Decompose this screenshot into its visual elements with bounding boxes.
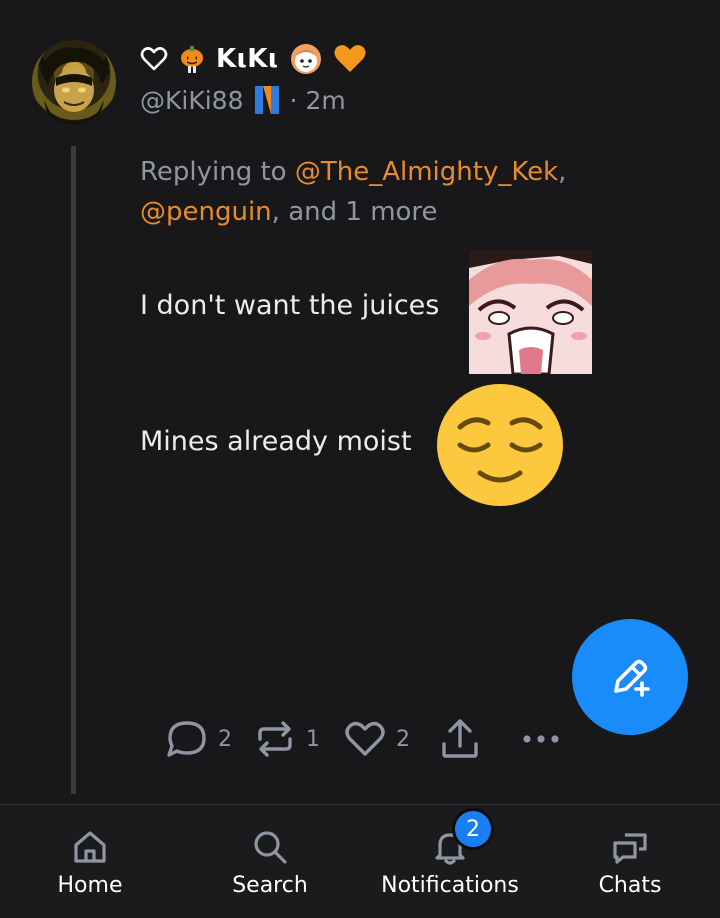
like-button[interactable]: 2	[344, 719, 410, 759]
screaming-anime-girl-sticker	[469, 250, 592, 374]
orange-heart-icon	[334, 45, 366, 72]
repost-icon	[258, 721, 292, 757]
chat-icon	[613, 833, 647, 864]
post-thread-screen: KιKι @KiKi88 · 2m Replying to @The_Almig…	[0, 0, 720, 918]
search-icon	[254, 831, 287, 864]
nav-label: Notifications	[381, 873, 519, 898]
repost-count: 1	[306, 726, 320, 752]
like-count: 2	[396, 726, 410, 752]
share-button[interactable]	[440, 718, 480, 760]
author-handle[interactable]: @KiKi88	[140, 86, 244, 115]
replying-prefix: Replying to	[140, 157, 287, 187]
post-time[interactable]: 2m	[305, 86, 345, 115]
bottom-navigation: Home Search Notifications Chats	[0, 804, 720, 918]
nav-notifications[interactable]: Notifications	[366, 805, 534, 918]
compose-fab-button[interactable]	[572, 619, 688, 735]
nav-search[interactable]: Search	[210, 805, 330, 918]
nav-label: Home	[57, 873, 123, 898]
chibi-character-icon	[290, 44, 321, 74]
post-action-bar: 2 1 2	[166, 716, 562, 762]
post-meta-row: @KiKi88 · 2m	[140, 82, 346, 118]
reply-count: 2	[218, 726, 232, 752]
avatar-art	[38, 47, 110, 124]
more-dots-icon	[523, 735, 559, 743]
reply-button[interactable]: 2	[166, 719, 232, 759]
replying-to: Replying to @The_Almighty_Kek, @penguin,…	[140, 152, 610, 232]
post-author-row: KιKι	[140, 40, 367, 78]
home-icon	[74, 831, 106, 863]
mention-link[interactable]: @The_Almighty_Kek	[295, 157, 558, 187]
meta-separator: ·	[289, 85, 298, 115]
replying-suffix[interactable]: , and 1 more	[272, 197, 438, 227]
compose-pencil-icon	[614, 659, 650, 697]
thread-line	[71, 146, 76, 794]
nav-label: Search	[232, 873, 308, 898]
nav-home[interactable]: Home	[40, 805, 140, 918]
post-text-line: Mines already moist	[140, 426, 412, 457]
mention-link[interactable]: @penguin	[140, 197, 272, 227]
n-verified-badge-icon	[254, 86, 279, 114]
post-text-line: I don't want the juices	[140, 290, 440, 321]
notifications-count-badge: 2	[452, 808, 494, 850]
pumpkin-icon	[181, 46, 203, 73]
more-options-button[interactable]	[522, 733, 562, 745]
mention-separator: ,	[558, 157, 567, 187]
like-heart-icon	[345, 721, 385, 756]
share-upload-icon	[442, 719, 478, 758]
relieved-face-emoji	[436, 383, 564, 507]
nav-chats[interactable]: Chats	[580, 805, 680, 918]
nav-label: Chats	[598, 873, 662, 898]
reply-icon	[167, 721, 206, 757]
heart-outline-icon	[140, 47, 168, 71]
display-name[interactable]: KιKι	[216, 44, 279, 74]
avatar[interactable]	[32, 40, 116, 124]
repost-button[interactable]: 1	[254, 719, 320, 759]
